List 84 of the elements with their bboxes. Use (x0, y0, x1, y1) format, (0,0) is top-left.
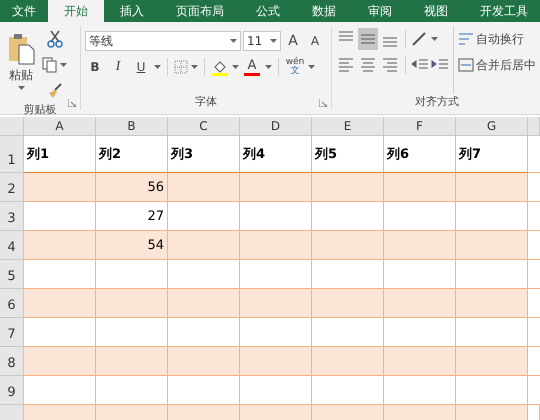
column-header[interactable]: C (168, 117, 240, 136)
column-header[interactable]: G (456, 117, 528, 136)
table-cell: 54 (96, 231, 168, 260)
align-left-icon (337, 56, 355, 74)
table-cell (168, 405, 240, 420)
shrink-font-button[interactable]: A (305, 30, 325, 52)
table-cell: 列1 (24, 136, 96, 173)
column-header[interactable]: F (384, 117, 456, 136)
row-header[interactable]: 4 (0, 231, 24, 260)
table-cell: 列2 (96, 136, 168, 173)
italic-button[interactable]: I (108, 56, 128, 78)
row-header[interactable]: 1 (0, 136, 24, 173)
row-header[interactable]: 6 (0, 289, 24, 318)
font-name-field[interactable]: 等线 (85, 31, 241, 51)
paintbrush-icon (46, 83, 62, 99)
underline-button[interactable]: U (131, 56, 151, 78)
grow-font-button[interactable]: A (283, 30, 303, 52)
ribbon-tab[interactable]: 公式 (240, 0, 296, 22)
vertical-align-button[interactable] (358, 28, 378, 50)
border-icon[interactable] (174, 60, 188, 74)
dropdown-caret-icon[interactable] (60, 63, 67, 67)
align-middle-icon (359, 34, 377, 44)
table-cell (240, 405, 312, 420)
merge-cells-icon (458, 58, 474, 72)
table-cell: 27 (96, 202, 168, 231)
row-header[interactable]: 2 (0, 173, 24, 202)
column-header[interactable]: A (24, 117, 96, 136)
paste-button[interactable]: 粘贴 (4, 26, 38, 96)
table-cell: 列5 (312, 136, 384, 173)
ribbon-tab[interactable]: 数据 (296, 0, 352, 22)
group-label: 剪贴板 (22, 102, 58, 118)
wrap-text-button[interactable]: 自动换行 (458, 28, 524, 50)
dropdown-caret-icon[interactable] (270, 39, 277, 43)
align-top-icon (337, 31, 355, 41)
dropdown-caret-icon[interactable] (18, 86, 24, 90)
bold-button[interactable]: B (85, 56, 105, 78)
font-size-field[interactable]: 11 (243, 31, 281, 51)
dropdown-caret-icon[interactable] (431, 37, 438, 41)
scissors-icon (46, 30, 62, 48)
ribbon-tab[interactable]: 审阅 (352, 0, 408, 22)
align-bottom-icon (381, 37, 399, 47)
ribbon-tab[interactable]: 开始 (48, 0, 104, 22)
dropdown-caret-icon[interactable] (154, 65, 161, 69)
phonetic-guide-button[interactable]: wén 文 (285, 56, 305, 78)
column-header[interactable]: D (240, 117, 312, 136)
ribbon-tab[interactable]: 开发工具 (464, 0, 540, 22)
dropdown-caret-icon[interactable] (308, 65, 315, 69)
table-cell: 列6 (384, 136, 456, 173)
align-right-icon (381, 56, 399, 74)
table-cell: 列7 (456, 136, 528, 173)
table-cell (96, 405, 168, 420)
row-header[interactable]: 7 (0, 318, 24, 347)
align-center-icon (359, 56, 377, 74)
group-label: 对齐方式 (414, 94, 460, 110)
merge-center-button[interactable]: 合并后居中 (458, 54, 536, 76)
copy-icon (42, 57, 58, 73)
ribbon-tab[interactable]: 插入 (104, 0, 160, 22)
ribbon-tab[interactable]: 页面布局 (160, 0, 240, 22)
dropdown-caret-icon[interactable] (265, 65, 272, 69)
table-cell (456, 405, 528, 420)
column-header[interactable]: B (96, 117, 168, 136)
column-header[interactable]: E (312, 117, 384, 136)
row-header[interactable]: 9 (0, 376, 24, 405)
table-cell: 列4 (240, 136, 312, 173)
dropdown-caret-icon[interactable] (191, 65, 198, 69)
dialog-launcher-icon[interactable] (319, 99, 327, 107)
table-cell: 列3 (168, 136, 240, 173)
group-label: 字体 (194, 94, 218, 110)
wrap-text-icon (458, 32, 474, 46)
table-cell (312, 405, 384, 420)
table-cell (384, 405, 456, 420)
row-header[interactable]: 5 (0, 260, 24, 289)
color-bar-icon (244, 73, 260, 76)
table-cell: 56 (96, 173, 168, 202)
dropdown-caret-icon[interactable] (230, 39, 237, 43)
ribbon-tab[interactable]: 文件 (0, 0, 48, 22)
table-cell (24, 405, 96, 420)
dialog-launcher-icon[interactable] (68, 99, 76, 107)
clipboard-icon (7, 32, 35, 64)
row-header[interactable]: 3 (0, 202, 24, 231)
dropdown-caret-icon[interactable] (232, 65, 239, 69)
font-color-button[interactable]: A (242, 56, 262, 78)
ribbon-tab[interactable]: 视图 (408, 0, 464, 22)
row-header[interactable]: 8 (0, 347, 24, 376)
